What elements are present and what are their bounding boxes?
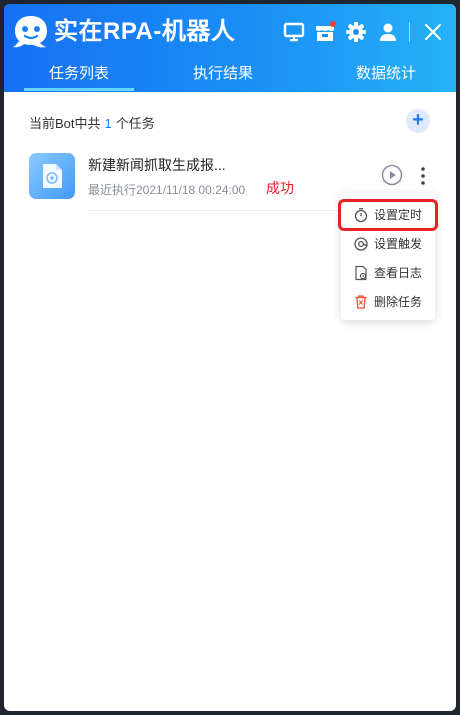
close-icon[interactable]: [421, 20, 445, 44]
timer-icon: [354, 208, 368, 223]
task-context-menu: 设置定时 设置触发 查看日志 删除任务: [338, 193, 438, 320]
menu-label: 设置定时: [374, 208, 423, 222]
more-options-icon[interactable]: [414, 164, 432, 188]
trash-icon: [355, 295, 367, 309]
task-count-summary: 当前Bot中共 1 个任务: [29, 114, 155, 134]
task-name: 新建新闻抓取生成报...: [88, 157, 226, 173]
menu-item-delete-task[interactable]: 删除任务: [341, 289, 435, 315]
header-divider: [409, 22, 410, 42]
tab-execution-results[interactable]: 执行结果: [168, 62, 278, 88]
add-task-button[interactable]: +: [406, 109, 430, 133]
store-icon[interactable]: [313, 20, 337, 44]
log-icon: [355, 265, 367, 281]
menu-label: 设置触发: [374, 237, 423, 251]
user-icon[interactable]: [376, 20, 400, 44]
task-last-run: 最近执行2021/11/18 00:24:00: [88, 183, 246, 197]
menu-item-set-timer[interactable]: 设置定时: [338, 199, 438, 231]
trigger-icon: [354, 237, 368, 251]
monitor-icon[interactable]: [282, 20, 306, 44]
app-title: 实在RPA-机器人: [54, 18, 236, 45]
task-status-badge: 成功: [266, 180, 294, 196]
play-icon[interactable]: [381, 164, 403, 186]
menu-item-set-trigger[interactable]: 设置触发: [341, 231, 435, 257]
robot-logo-icon: [13, 16, 47, 48]
active-tab-indicator: [24, 88, 134, 91]
menu-item-view-log[interactable]: 查看日志: [341, 260, 435, 286]
tab-data-statistics[interactable]: 数据统计: [331, 62, 441, 88]
header: 实在RPA-机器人 任务列表 执行结果 数据统计: [4, 4, 456, 92]
task-file-icon: [29, 153, 75, 199]
gear-icon[interactable]: [344, 20, 368, 44]
summary-suffix: 个任务: [115, 116, 155, 131]
task-count: 1: [104, 116, 112, 131]
app-window: 实在RPA-机器人 任务列表 执行结果 数据统计 当前Bot中共 1 个任务 +…: [4, 4, 456, 711]
menu-label: 删除任务: [374, 295, 423, 309]
summary-prefix: 当前Bot中共: [29, 116, 101, 131]
tab-task-list[interactable]: 任务列表: [24, 62, 134, 88]
menu-label: 查看日志: [374, 266, 423, 280]
